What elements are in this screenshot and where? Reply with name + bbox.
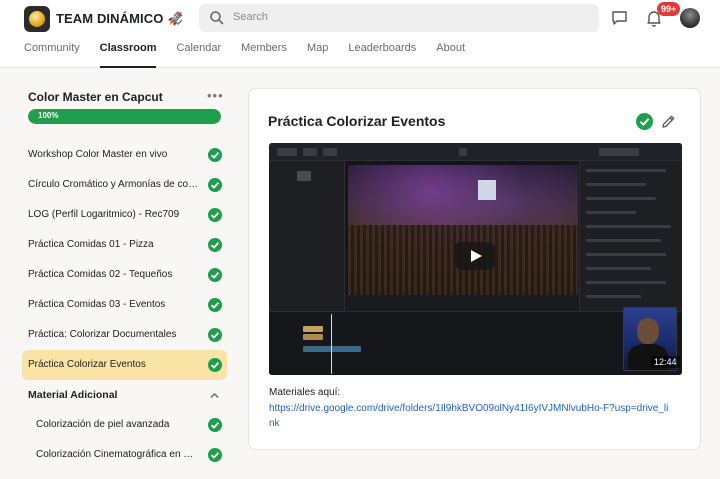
- video-player[interactable]: 12:44: [269, 143, 682, 375]
- lesson-item[interactable]: LOG (Perfil Logaritmico) - Rec709: [22, 200, 227, 230]
- sublesson-item[interactable]: Colorización Cinematográfica en Capcut: [22, 440, 227, 470]
- play-button[interactable]: [455, 242, 495, 270]
- lesson-item[interactable]: Círculo Cromático y Armonías de colores: [22, 170, 227, 200]
- lesson-label: Colorización de piel avanzada: [36, 419, 170, 430]
- section-title[interactable]: Material Adicional: [28, 389, 117, 401]
- event-scene-image: [348, 165, 578, 295]
- course-title: Color Master en Capcut: [28, 90, 163, 104]
- progress-label: 100%: [38, 111, 59, 120]
- check-circle-icon: [208, 298, 222, 312]
- user-avatar[interactable]: [680, 8, 700, 28]
- editor-adjust-panel: [579, 161, 682, 311]
- check-circle-icon: [208, 178, 222, 192]
- lesson-label: Colorización Cinematográfica en Capcut: [36, 449, 196, 460]
- tab-map[interactable]: Map: [307, 42, 328, 68]
- lesson-item[interactable]: Práctica Comidas 01 - Pizza: [22, 230, 227, 260]
- lesson-label: Práctica Comidas 01 - Pizza: [28, 239, 154, 250]
- top-bar: TEAM DINÁMICO 🚀 Search 99+ Community Clas…: [0, 0, 720, 68]
- notification-badge: 99+: [657, 2, 681, 16]
- lesson-item[interactable]: Workshop Color Master en vivo: [22, 140, 227, 170]
- editor-media-panel: [269, 161, 345, 311]
- check-circle-icon: [208, 148, 222, 162]
- editor-timeline: [269, 311, 682, 375]
- video-duration: 12:44: [651, 356, 680, 368]
- search-icon: [210, 11, 224, 25]
- tab-community[interactable]: Community: [24, 42, 80, 68]
- lesson-title: Práctica Colorizar Eventos: [268, 113, 446, 129]
- more-options-icon[interactable]: •••: [207, 88, 224, 103]
- tab-calendar[interactable]: Calendar: [176, 42, 221, 68]
- switch-group-icon[interactable]: [171, 10, 185, 26]
- lesson-label: Círculo Cromático y Armonías de colores: [28, 179, 200, 190]
- materials-label: Materiales aquí:: [269, 387, 341, 398]
- search-bar[interactable]: Search: [199, 4, 599, 32]
- team-name[interactable]: TEAM DINÁMICO 🚀: [56, 11, 183, 26]
- editor-preview: [346, 161, 578, 311]
- team-logo[interactable]: [24, 6, 50, 32]
- nav-tabs: Community Classroom Calendar Members Map…: [24, 42, 485, 68]
- tab-classroom[interactable]: Classroom: [99, 42, 156, 68]
- editor-toolbar: [269, 143, 682, 161]
- check-circle-icon: [208, 238, 222, 252]
- tab-leaderboards[interactable]: Leaderboards: [348, 42, 416, 68]
- lesson-label: Práctica Comidas 03 - Eventos: [28, 299, 166, 310]
- search-input[interactable]: Search: [233, 11, 268, 23]
- lesson-label: Práctica Comidas 02 - Tequeños: [28, 269, 173, 280]
- tab-about[interactable]: About: [436, 42, 465, 68]
- check-circle-icon: [208, 208, 222, 222]
- tab-members[interactable]: Members: [241, 42, 287, 68]
- lesson-label: LOG (Perfil Logaritmico) - Rec709: [28, 209, 180, 220]
- check-circle-icon: [208, 328, 222, 342]
- materials-link[interactable]: https://drive.google.com/drive/folders/1…: [269, 401, 669, 431]
- check-circle-icon: [208, 418, 222, 432]
- lesson-item[interactable]: Práctica Comidas 03 - Eventos: [22, 290, 227, 320]
- completed-check-icon[interactable]: [636, 113, 653, 130]
- lesson-label: Práctica: Colorizar Documentales: [28, 329, 177, 340]
- chevron-up-icon[interactable]: [209, 390, 220, 401]
- chat-icon[interactable]: [611, 10, 628, 26]
- sublesson-item[interactable]: Colorización de piel avanzada: [22, 410, 227, 440]
- check-circle-icon: [208, 268, 222, 282]
- lesson-item-active[interactable]: Práctica Colorizar Eventos: [22, 350, 227, 380]
- edit-pencil-icon[interactable]: [661, 114, 676, 129]
- lesson-item[interactable]: Práctica: Colorizar Documentales: [22, 320, 227, 350]
- lesson-card: Práctica Colorizar Eventos 12:44 Materia…: [248, 88, 701, 450]
- lesson-item[interactable]: Práctica Comidas 02 - Tequeños: [22, 260, 227, 290]
- check-circle-icon: [208, 358, 222, 372]
- course-progress-bar: 100%: [28, 109, 221, 124]
- lesson-label: Workshop Color Master en vivo: [28, 149, 168, 160]
- lesson-label: Práctica Colorizar Eventos: [28, 359, 146, 370]
- check-circle-icon: [208, 448, 222, 462]
